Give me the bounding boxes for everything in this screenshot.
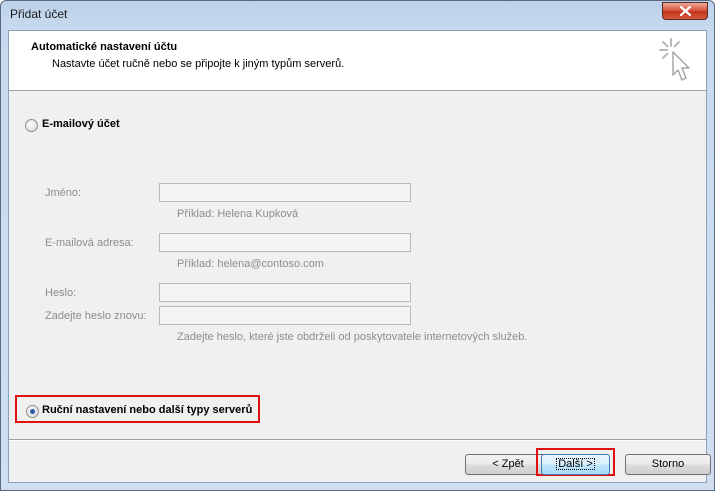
dialog-header: Automatické nastavení účtu Nastavte účet… [9,31,706,91]
password-repeat-input[interactable] [159,306,411,325]
cursor-click-icon [659,38,690,81]
header-title: Automatické nastavení účtu [31,41,178,53]
dialog-content: Automatické nastavení účtu Nastavte účet… [8,30,711,483]
close-button[interactable] [662,2,708,20]
password-hint: Zadejte heslo, které jste obdrželi od po… [177,331,528,343]
name-hint: Příklad: Helena Kupková [177,208,299,220]
email-account-label[interactable]: E-mailový účet [42,118,120,130]
password-input[interactable] [159,283,411,302]
email-address-label: E-mailová adresa: [45,237,134,249]
add-account-dialog: Přidat účet Automatické nastavení účtu N… [0,0,715,491]
manual-setup-radio[interactable] [26,405,39,418]
email-account-radio[interactable] [25,119,38,132]
close-icon [680,6,691,16]
name-label: Jméno: [45,187,82,199]
password-label: Heslo: [45,287,77,299]
next-button-label: Další > [556,458,595,470]
footer-separator [9,439,706,441]
title-bar: Přidat účet [1,1,714,29]
cancel-button[interactable]: Storno [625,454,711,475]
email-address-input[interactable] [159,233,411,252]
manual-setup-label[interactable]: Ruční nastavení nebo další typy serverů [42,404,252,416]
name-input[interactable] [159,183,411,202]
next-button[interactable]: Další > [541,454,610,475]
header-subtitle: Nastavte účet ručně nebo se připojte k j… [52,58,345,70]
password-repeat-label: Zadejte heslo znovu: [45,310,147,322]
email-address-hint: Příklad: helena@contoso.com [177,258,324,270]
window-title: Přidat účet [10,7,68,21]
